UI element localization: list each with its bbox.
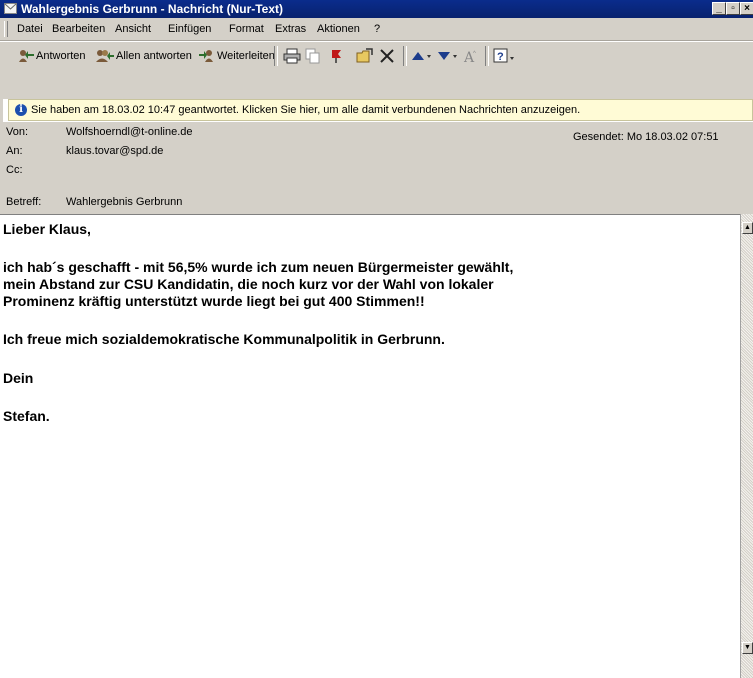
info-icon: i — [15, 104, 27, 116]
body-greeting: Lieber Klaus, — [3, 221, 91, 237]
toolbar-separator — [485, 46, 489, 66]
toolbar: Antworten Allen antworten Weiterleiten A… — [0, 41, 753, 71]
menu-bearbeiten[interactable]: Bearbeiten — [52, 18, 105, 40]
copy-button[interactable] — [305, 46, 321, 66]
help-icon: ? — [493, 48, 514, 63]
body-line: Ich freue mich sozialdemokratische Kommu… — [3, 331, 445, 347]
delete-button[interactable] — [379, 46, 395, 66]
reply-info-bar[interactable]: i Sie haben am 18.03.02 10:47 geantworte… — [8, 99, 753, 121]
body-line: mein Abstand zur CSU Kandidatin, die noc… — [3, 276, 494, 292]
forward-icon — [199, 50, 213, 62]
menu-ansicht[interactable]: Ansicht — [115, 18, 151, 40]
move-to-folder-icon — [356, 48, 373, 63]
menu-help[interactable]: ? — [374, 18, 380, 40]
maximize-button[interactable]: ▫ — [726, 2, 740, 15]
previous-item-button[interactable] — [410, 46, 432, 66]
sent-date: Gesendet: Mo 18.03.02 07:51 — [573, 131, 719, 143]
toolbar-separator — [274, 46, 278, 66]
menu-aktionen[interactable]: Aktionen — [317, 18, 360, 40]
forward-label: Weiterleiten — [217, 50, 275, 62]
svg-text:^: ^ — [473, 51, 476, 57]
reply-button[interactable]: Antworten — [17, 46, 86, 66]
title-bar: Wahlergebnis Gerbrunn - Nachricht (Nur-T… — [0, 0, 753, 18]
menu-einfuegen[interactable]: Einfügen — [168, 18, 211, 40]
body-signature: Stefan. — [3, 408, 50, 424]
reply-label: Antworten — [36, 50, 86, 62]
printer-icon — [283, 48, 301, 64]
subject-value: Wahlergebnis Gerbrunn — [66, 196, 183, 208]
copy-icon — [305, 48, 320, 64]
arrow-up-icon — [412, 52, 431, 60]
cc-label: Cc: — [6, 164, 23, 176]
reply-all-button[interactable]: Allen antworten — [95, 46, 192, 66]
body-line: Prominenz kräftig unterstützt wurde lieg… — [3, 293, 425, 309]
window-title: Wahlergebnis Gerbrunn - Nachricht (Nur-T… — [21, 2, 284, 16]
flag-button[interactable] — [331, 46, 343, 66]
vertical-scrollbar[interactable]: ▲ ▼ — [740, 214, 753, 678]
menu-datei[interactable]: Datei — [17, 18, 43, 40]
message-header: Von: Wolfshoerndl@t-online.de An: klaus.… — [0, 122, 753, 214]
from-value[interactable]: Wolfshoerndl@t-online.de — [66, 123, 193, 141]
help-button[interactable]: ? — [493, 46, 517, 66]
menu-grip — [4, 21, 8, 37]
reply-icon — [19, 50, 34, 62]
next-item-button[interactable] — [436, 46, 458, 66]
minimize-button[interactable]: _ — [712, 2, 726, 15]
font-size-button[interactable]: A ^ — [462, 46, 478, 66]
menu-extras[interactable]: Extras — [275, 18, 306, 40]
message-body[interactable]: Lieber Klaus, ich hab´s geschafft - mit … — [0, 214, 740, 678]
menu-bar: Datei Bearbeiten Ansicht Einfügen Format… — [0, 18, 753, 41]
toolbar-separator — [403, 46, 407, 66]
flag-icon — [332, 50, 341, 63]
from-label: Von: — [6, 126, 29, 138]
svg-text:?: ? — [497, 51, 504, 63]
to-label: An: — [6, 145, 23, 157]
menu-format[interactable]: Format — [229, 18, 264, 40]
info-bar-text: Sie haben am 18.03.02 10:47 geantwortet.… — [31, 104, 581, 116]
forward-button[interactable]: Weiterleiten — [198, 46, 275, 66]
body-closing: Dein — [3, 370, 34, 386]
body-line: ich hab´s geschafft - mit 56,5% wurde ic… — [3, 259, 514, 275]
font-size-icon: A ^ — [463, 50, 476, 64]
arrow-down-icon — [438, 52, 457, 60]
toolbar-gap — [0, 69, 753, 99]
delete-icon — [380, 49, 394, 63]
reply-all-label: Allen antworten — [116, 50, 192, 62]
scroll-up-arrow[interactable]: ▲ — [742, 222, 753, 234]
move-folder-button[interactable] — [356, 46, 374, 66]
reply-all-icon — [96, 50, 114, 62]
subject-label: Betreff: — [6, 196, 42, 208]
print-button[interactable] — [283, 46, 301, 66]
close-button[interactable]: × — [740, 2, 753, 15]
scroll-down-arrow[interactable]: ▼ — [742, 642, 753, 654]
envelope-icon — [4, 3, 17, 14]
to-value[interactable]: klaus.tovar@spd.de — [66, 142, 163, 160]
